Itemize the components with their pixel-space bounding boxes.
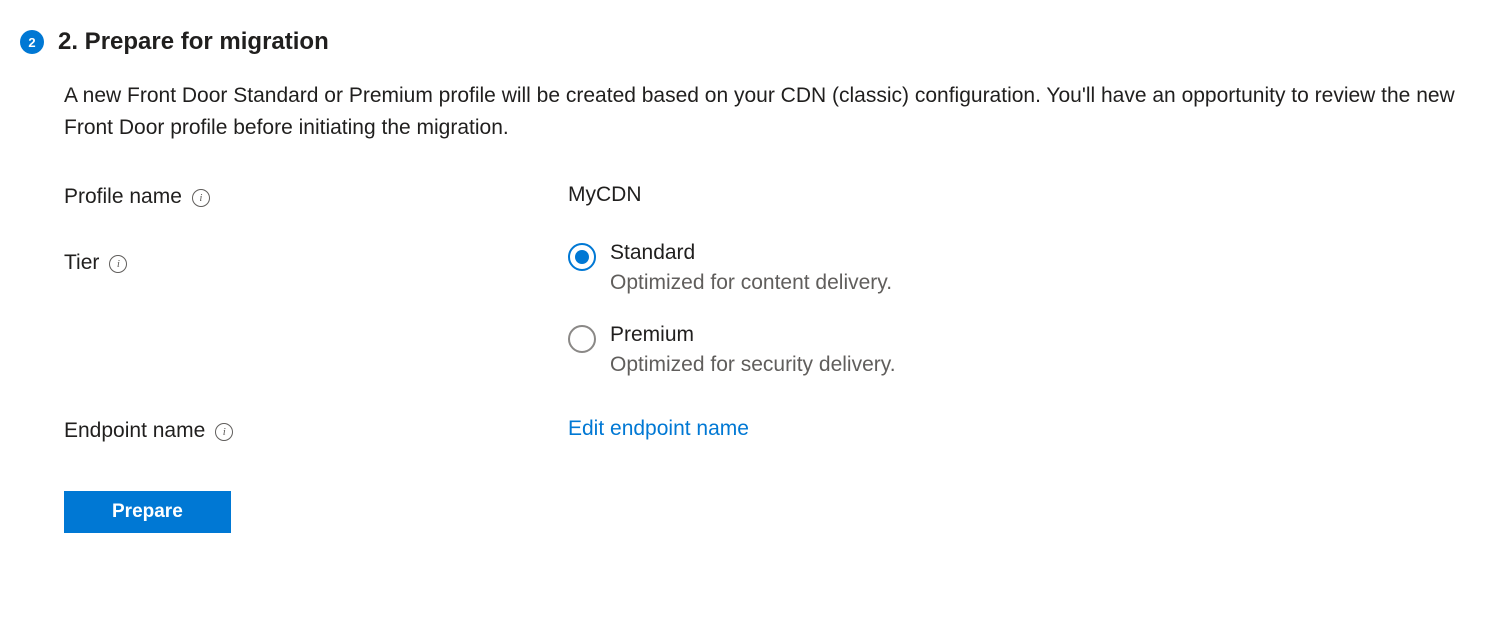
endpoint-name-value-col: Edit endpoint name <box>568 417 749 441</box>
endpoint-name-row: Endpoint name i Edit endpoint name <box>64 417 1486 443</box>
tier-row: Tier i Standard Optimized for content de… <box>64 241 1486 377</box>
profile-name-label: Profile name <box>64 185 182 209</box>
info-icon[interactable]: i <box>192 189 210 207</box>
section-body: A new Front Door Standard or Premium pro… <box>64 80 1486 533</box>
section-header: 2 2. Prepare for migration <box>20 28 1486 56</box>
radio-desc-premium: Optimized for security delivery. <box>610 353 896 377</box>
tier-option-standard[interactable]: Standard Optimized for content delivery. <box>568 241 896 295</box>
radio-text: Standard Optimized for content delivery. <box>610 241 892 295</box>
endpoint-name-label: Endpoint name <box>64 419 205 443</box>
prepare-button[interactable]: Prepare <box>64 491 231 533</box>
info-icon[interactable]: i <box>215 423 233 441</box>
edit-endpoint-name-link[interactable]: Edit endpoint name <box>568 417 749 440</box>
tier-value-col: Standard Optimized for content delivery.… <box>568 241 896 377</box>
tier-label: Tier <box>64 251 99 275</box>
step-badge: 2 <box>20 30 44 54</box>
tier-radio-group: Standard Optimized for content delivery.… <box>568 241 896 377</box>
profile-name-row: Profile name i MyCDN <box>64 183 1486 209</box>
section-title: 2. Prepare for migration <box>58 28 329 56</box>
radio-label-premium: Premium <box>610 323 896 347</box>
radio-text: Premium Optimized for security delivery. <box>610 323 896 377</box>
radio-dot <box>575 250 589 264</box>
info-icon[interactable]: i <box>109 255 127 273</box>
endpoint-name-label-col: Endpoint name i <box>64 417 568 443</box>
radio-circle <box>568 325 596 353</box>
radio-label-standard: Standard <box>610 241 892 265</box>
section-description: A new Front Door Standard or Premium pro… <box>64 80 1464 143</box>
tier-label-col: Tier i <box>64 241 568 275</box>
profile-name-label-col: Profile name i <box>64 183 568 209</box>
radio-circle <box>568 243 596 271</box>
radio-desc-standard: Optimized for content delivery. <box>610 271 892 295</box>
profile-name-value: MyCDN <box>568 183 642 207</box>
tier-option-premium[interactable]: Premium Optimized for security delivery. <box>568 323 896 377</box>
